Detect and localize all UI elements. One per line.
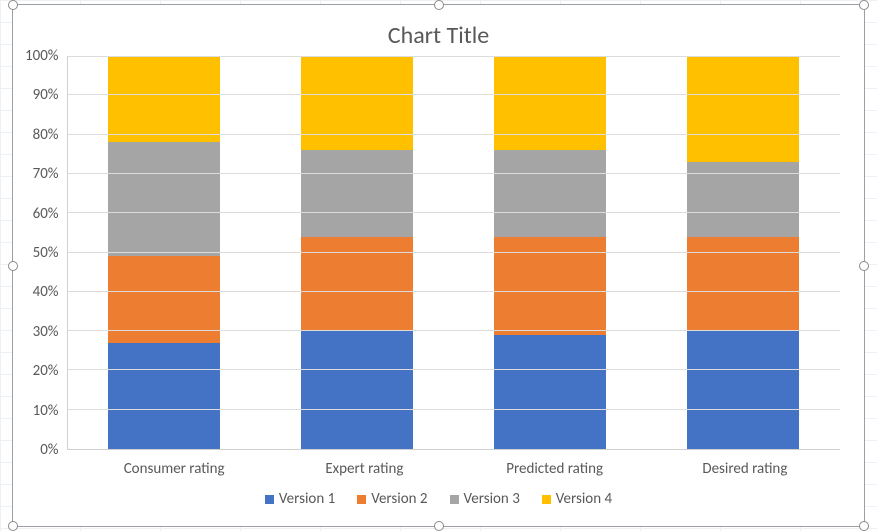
gridline: [68, 330, 840, 331]
stacked-bar[interactable]: [108, 56, 220, 449]
workspace: Chart Title 100% 90% 80% 70% 60% 50% 40% 30% 20%…: [0, 0, 877, 531]
bar-segment[interactable]: [108, 343, 220, 449]
bar-segment[interactable]: [108, 142, 220, 256]
legend-swatch: [542, 495, 551, 504]
bar-segment[interactable]: [494, 56, 606, 150]
legend-swatch: [357, 495, 366, 504]
x-tick-label: Expert rating: [269, 450, 459, 482]
legend[interactable]: Version 1 Version 2 Version 3 Version 4: [19, 482, 858, 520]
plot-wrap: 100%90%80%70%60%50%40%30%20%10%0%: [19, 56, 858, 450]
x-tick-label: Predicted rating: [460, 450, 650, 482]
stacked-bar[interactable]: [494, 56, 606, 449]
resize-handle-top[interactable]: [434, 0, 444, 10]
y-tick-label: 90%: [33, 86, 59, 104]
legend-item[interactable]: Version 3: [450, 490, 520, 508]
chart-area[interactable]: Chart Title 100% 90% 80% 70% 60% 50% 40% 30% 20%…: [19, 11, 858, 520]
x-axis[interactable]: Consumer ratingExpert ratingPredicted ra…: [19, 450, 858, 482]
y-tick-label: 70%: [33, 165, 59, 183]
legend-label: Version 1: [279, 490, 335, 508]
plot-area[interactable]: [67, 56, 840, 450]
bar-slot: [68, 56, 261, 449]
legend-item[interactable]: Version 4: [542, 490, 612, 508]
resize-handle-top-left[interactable]: [8, 0, 18, 10]
y-tick-label: 50%: [33, 244, 59, 262]
resize-handle-top-right[interactable]: [859, 0, 869, 10]
bar-slot: [454, 56, 647, 449]
gridline: [68, 56, 840, 57]
bar-slot: [647, 56, 840, 449]
legend-label: Version 2: [371, 490, 427, 508]
gridline: [68, 409, 840, 410]
chart-title[interactable]: Chart Title: [19, 21, 858, 50]
gridline: [68, 212, 840, 213]
y-tick-label: 100%: [25, 47, 59, 65]
resize-handle-right[interactable]: [859, 261, 869, 271]
gridline: [68, 94, 840, 95]
gridline: [68, 369, 840, 370]
x-tick-label: Consumer rating: [79, 450, 269, 482]
legend-item[interactable]: Version 1: [265, 490, 335, 508]
y-tick-label: 40%: [33, 283, 59, 301]
y-tick-label: 10%: [33, 402, 59, 420]
legend-swatch: [265, 495, 274, 504]
bar-segment[interactable]: [301, 56, 413, 150]
legend-item[interactable]: Version 2: [357, 490, 427, 508]
resize-handle-bottom[interactable]: [434, 521, 444, 531]
bar-segment[interactable]: [687, 56, 799, 162]
y-tick-label: 30%: [33, 323, 59, 341]
gridline: [68, 291, 840, 292]
bars-container: [68, 56, 840, 449]
resize-handle-left[interactable]: [8, 261, 18, 271]
resize-handle-bottom-left[interactable]: [8, 521, 18, 531]
stacked-bar[interactable]: [687, 56, 799, 449]
y-tick-label: 20%: [33, 362, 59, 380]
bar-segment[interactable]: [108, 56, 220, 142]
y-tick-label: 80%: [33, 126, 59, 144]
legend-swatch: [450, 495, 459, 504]
resize-handle-bottom-right[interactable]: [859, 521, 869, 531]
gridline: [68, 134, 840, 135]
y-axis[interactable]: 100%90%80%70%60%50%40%30%20%10%0%: [25, 47, 67, 459]
x-tick-label: Desired rating: [650, 450, 840, 482]
bar-segment[interactable]: [687, 331, 799, 449]
gridline: [68, 252, 840, 253]
chart-object[interactable]: Chart Title 100% 90% 80% 70% 60% 50% 40% 30% 20%…: [12, 4, 865, 527]
stacked-bar[interactable]: [301, 56, 413, 449]
bar-segment[interactable]: [494, 150, 606, 236]
bar-slot: [261, 56, 454, 449]
bar-segment[interactable]: [301, 150, 413, 236]
bar-segment[interactable]: [301, 331, 413, 449]
y-tick-label: 60%: [33, 205, 59, 223]
legend-label: Version 4: [556, 490, 612, 508]
gridline: [68, 173, 840, 174]
bar-segment[interactable]: [494, 335, 606, 449]
legend-label: Version 3: [464, 490, 520, 508]
